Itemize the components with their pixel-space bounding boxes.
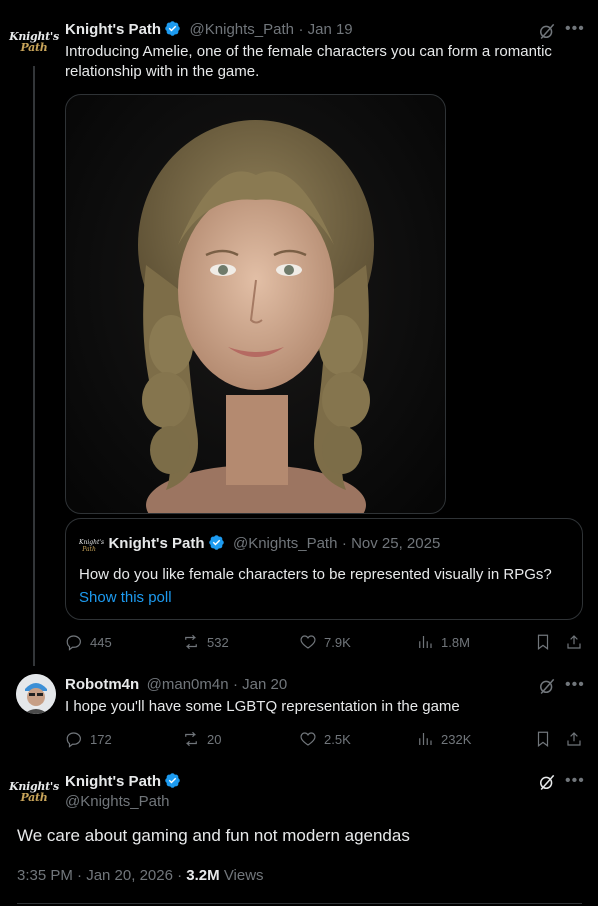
bookmark-button[interactable] xyxy=(534,633,552,651)
tweet-timestamp: 3:35 PM · Jan 20, 2026 · 3.2M Views xyxy=(17,867,264,884)
divider xyxy=(17,903,582,904)
repost-icon xyxy=(185,731,197,747)
verified-badge-icon xyxy=(165,21,180,36)
quote-date: · Nov 25, 2025 xyxy=(341,535,441,552)
bar-chart-icon xyxy=(419,733,432,745)
tweet-date[interactable]: · Jan 19 xyxy=(298,21,352,38)
repost-button[interactable]: 532 xyxy=(182,633,229,651)
avatar-robotm4n[interactable] xyxy=(16,674,56,714)
thread-line xyxy=(33,66,35,666)
bar-chart-icon xyxy=(419,636,432,648)
avatar-knights-path[interactable]: Knight's Path xyxy=(9,22,59,62)
show-poll-link[interactable]: Show this poll xyxy=(79,588,172,608)
quote-header: Knight's Path Knight's Path @Knights_Path… xyxy=(79,534,440,559)
views-button[interactable]: 1.8M xyxy=(416,633,470,651)
avatar-knights-path[interactable]: Knight's Path xyxy=(9,772,59,812)
author-handle[interactable]: @man0m4n xyxy=(147,676,229,693)
tweet2-header: Robotm4n @man0m4n · Jan 20 xyxy=(65,676,287,694)
grok-icon[interactable] xyxy=(537,676,557,701)
tweet-text: I hope you'll have some LGBTQ representa… xyxy=(65,698,460,715)
quote-avatar: Knight's Path xyxy=(79,539,105,553)
tweet1-header: Knight's Path @Knights_Path · Jan 19 xyxy=(65,20,353,39)
repost-button[interactable]: 20 xyxy=(182,730,221,748)
tweet-text: We care about gaming and fun not modern … xyxy=(17,826,410,845)
like-button[interactable]: 2.5K xyxy=(299,730,351,748)
heart-icon xyxy=(300,732,316,746)
repost-icon xyxy=(185,634,197,650)
more-options-icon[interactable]: ••• xyxy=(565,772,585,790)
reply-button[interactable]: 172 xyxy=(65,730,112,748)
views-button[interactable]: 232K xyxy=(416,730,471,748)
share-icon xyxy=(567,635,581,649)
author-handle[interactable]: @Knights_Path xyxy=(65,793,169,810)
tweet-text: Introducing Amelie, one of the female ch… xyxy=(65,43,552,80)
bookmark-icon xyxy=(537,634,549,650)
tweet1-actions: 445 532 7.9K 1.8M xyxy=(65,633,585,653)
tweet-date[interactable]: · Jan 20 xyxy=(233,676,287,693)
verified-badge-icon xyxy=(165,773,180,788)
reply-icon xyxy=(66,732,81,748)
share-icon xyxy=(567,732,581,746)
grok-icon[interactable] xyxy=(537,772,557,797)
tweet2-actions: 172 20 2.5K 232K xyxy=(65,730,585,750)
heart-icon xyxy=(300,635,316,649)
bookmark-icon xyxy=(537,731,549,747)
quote-text: How do you like female characters to be … xyxy=(79,566,552,583)
more-options-icon[interactable]: ••• xyxy=(565,676,585,694)
views-label: Views xyxy=(223,867,264,884)
author-name[interactable]: Knight's Path xyxy=(65,21,161,38)
tweet3-header: Knight's Path xyxy=(65,772,181,791)
author-name[interactable]: Knight's Path xyxy=(65,773,161,790)
like-button[interactable]: 7.9K xyxy=(299,633,351,651)
bookmark-button[interactable] xyxy=(534,730,552,748)
tweet-image[interactable] xyxy=(65,94,446,514)
author-handle[interactable]: @Knights_Path xyxy=(190,21,294,38)
views-count: 3.2M xyxy=(186,867,220,884)
avatar-image-icon xyxy=(16,674,56,714)
author-name[interactable]: Robotm4n xyxy=(65,676,139,693)
quote-author-handle: @Knights_Path xyxy=(232,535,338,552)
more-options-icon[interactable]: ••• xyxy=(565,20,585,38)
share-button[interactable] xyxy=(565,633,583,651)
reply-button[interactable]: 445 xyxy=(65,633,112,651)
portrait-image-icon xyxy=(138,120,374,513)
share-button[interactable] xyxy=(565,730,583,748)
quoted-tweet[interactable]: Knight's Path Knight's Path @Knights_Path… xyxy=(65,518,583,620)
verified-badge-icon xyxy=(208,535,224,550)
quote-author-name: Knight's Path xyxy=(108,535,205,552)
reply-icon xyxy=(66,635,81,651)
